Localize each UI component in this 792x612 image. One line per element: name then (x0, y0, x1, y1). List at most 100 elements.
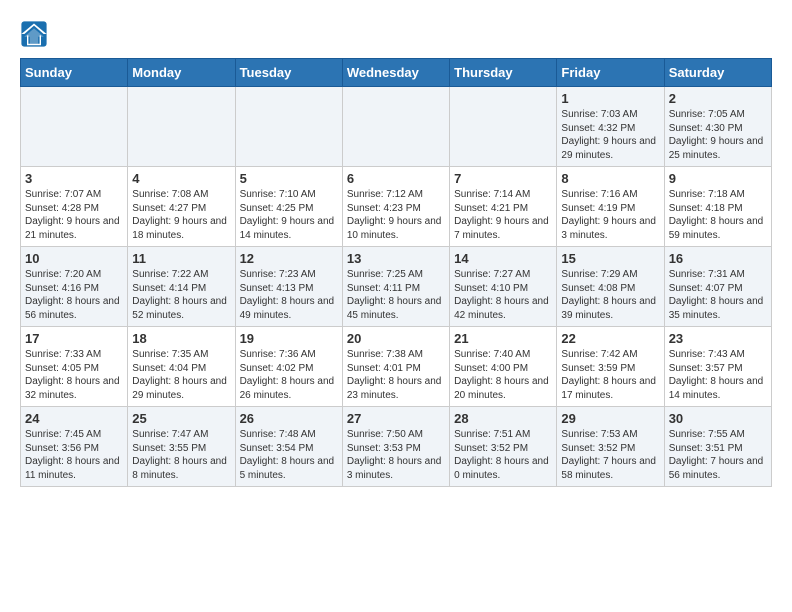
calendar-header-row: SundayMondayTuesdayWednesdayThursdayFrid… (21, 59, 772, 87)
day-number: 12 (240, 251, 338, 266)
day-info: Sunrise: 7:53 AM Sunset: 3:52 PM Dayligh… (561, 428, 659, 482)
calendar-week-row: 1 Sunrise: 7:03 AM Sunset: 4:32 PM Daylig… (21, 87, 772, 167)
calendar-week-row: 3Sunrise: 7:07 AM Sunset: 4:28 PM Daylig… (21, 167, 772, 247)
day-number: 18 (132, 331, 230, 346)
day-number: 20 (347, 331, 445, 346)
day-number: 10 (25, 251, 123, 266)
day-number: 5 (240, 171, 338, 186)
day-number: 15 (561, 251, 659, 266)
calendar-cell: 4 Sunrise: 7:08 AM Sunset: 4:27 PM Daylig… (128, 167, 235, 247)
day-number: 6 (347, 171, 445, 186)
day-info: Sunrise: 7:03 AM Sunset: 4:32 PM Dayligh… (561, 108, 659, 162)
day-number: 13 (347, 251, 445, 266)
calendar-week-row: 10 Sunrise: 7:20 AM Sunset: 4:16 PM Dayli… (21, 247, 772, 327)
day-info: Sunrise: 7:05 AM Sunset: 4:30 PM Dayligh… (669, 108, 767, 162)
page-header (20, 20, 772, 48)
column-header-friday: Friday (557, 59, 664, 87)
calendar-cell: 30 Sunrise: 7:55 AM Sunset: 3:51 PM Dayli… (664, 407, 771, 487)
calendar-cell: 29 Sunrise: 7:53 AM Sunset: 3:52 PM Dayli… (557, 407, 664, 487)
column-header-monday: Monday (128, 59, 235, 87)
day-info: Sunrise: 7:51 AM Sunset: 3:52 PM Dayligh… (454, 428, 552, 482)
day-number: 19 (240, 331, 338, 346)
day-info: Sunrise: 7:22 AM Sunset: 4:14 PM Dayligh… (132, 268, 230, 322)
calendar-table: SundayMondayTuesdayWednesdayThursdayFrid… (20, 58, 772, 487)
day-info: Sunrise: 7:33 AM Sunset: 4:05 PM Dayligh… (25, 348, 123, 402)
day-number: 30 (669, 411, 767, 426)
day-number: 24 (25, 411, 123, 426)
day-number: 17 (25, 331, 123, 346)
calendar-cell: 20 Sunrise: 7:38 AM Sunset: 4:01 PM Dayli… (342, 327, 449, 407)
day-info: Sunrise: 7:10 AM Sunset: 4:25 PM Dayligh… (240, 188, 338, 242)
column-header-saturday: Saturday (664, 59, 771, 87)
calendar-cell: 23 Sunrise: 7:43 AM Sunset: 3:57 PM Dayli… (664, 327, 771, 407)
calendar-cell (128, 87, 235, 167)
day-number: 27 (347, 411, 445, 426)
day-number: 22 (561, 331, 659, 346)
day-info: Sunrise: 7:08 AM Sunset: 4:27 PM Dayligh… (132, 188, 230, 242)
column-header-thursday: Thursday (450, 59, 557, 87)
calendar-cell: 6 Sunrise: 7:12 AM Sunset: 4:23 PM Daylig… (342, 167, 449, 247)
day-number: 29 (561, 411, 659, 426)
logo (20, 20, 52, 48)
calendar-cell: 21Sunrise: 7:40 AM Sunset: 4:00 PM Dayli… (450, 327, 557, 407)
calendar-cell: 28 Sunrise: 7:51 AM Sunset: 3:52 PM Dayli… (450, 407, 557, 487)
calendar-cell: 15 Sunrise: 7:29 AM Sunset: 4:08 PM Dayli… (557, 247, 664, 327)
calendar-cell: 17 Sunrise: 7:33 AM Sunset: 4:05 PM Dayli… (21, 327, 128, 407)
column-header-tuesday: Tuesday (235, 59, 342, 87)
day-info: Sunrise: 7:48 AM Sunset: 3:54 PM Dayligh… (240, 428, 338, 482)
day-info: Sunrise: 7:25 AM Sunset: 4:11 PM Dayligh… (347, 268, 445, 322)
day-number: 14 (454, 251, 552, 266)
calendar-week-row: 24 Sunrise: 7:45 AM Sunset: 3:56 PM Dayli… (21, 407, 772, 487)
day-number: 7 (454, 171, 552, 186)
calendar-cell: 7 Sunrise: 7:14 AM Sunset: 4:21 PM Daylig… (450, 167, 557, 247)
day-info: Sunrise: 7:29 AM Sunset: 4:08 PM Dayligh… (561, 268, 659, 322)
calendar-cell: 12 Sunrise: 7:23 AM Sunset: 4:13 PM Dayli… (235, 247, 342, 327)
day-info: Sunrise: 7:16 AM Sunset: 4:19 PM Dayligh… (561, 188, 659, 242)
calendar-cell: 26 Sunrise: 7:48 AM Sunset: 3:54 PM Dayli… (235, 407, 342, 487)
column-header-wednesday: Wednesday (342, 59, 449, 87)
calendar-cell: 1 Sunrise: 7:03 AM Sunset: 4:32 PM Daylig… (557, 87, 664, 167)
calendar-cell: 11 Sunrise: 7:22 AM Sunset: 4:14 PM Dayli… (128, 247, 235, 327)
day-number: 2 (669, 91, 767, 106)
calendar-cell: 19 Sunrise: 7:36 AM Sunset: 4:02 PM Dayli… (235, 327, 342, 407)
calendar-cell: 5 Sunrise: 7:10 AM Sunset: 4:25 PM Daylig… (235, 167, 342, 247)
day-info: Sunrise: 7:45 AM Sunset: 3:56 PM Dayligh… (25, 428, 123, 482)
calendar-cell: 25Sunrise: 7:47 AM Sunset: 3:55 PM Dayli… (128, 407, 235, 487)
day-info: Sunrise: 7:36 AM Sunset: 4:02 PM Dayligh… (240, 348, 338, 402)
day-info: Sunrise: 7:40 AM Sunset: 4:00 PM Dayligh… (454, 348, 552, 402)
day-info: Sunrise: 7:43 AM Sunset: 3:57 PM Dayligh… (669, 348, 767, 402)
day-info: Sunrise: 7:42 AM Sunset: 3:59 PM Dayligh… (561, 348, 659, 402)
day-info: Sunrise: 7:35 AM Sunset: 4:04 PM Dayligh… (132, 348, 230, 402)
day-info: Sunrise: 7:38 AM Sunset: 4:01 PM Dayligh… (347, 348, 445, 402)
day-number: 9 (669, 171, 767, 186)
day-number: 3 (25, 171, 123, 186)
calendar-cell (450, 87, 557, 167)
calendar-cell: 8Sunrise: 7:16 AM Sunset: 4:19 PM Daylig… (557, 167, 664, 247)
day-number: 4 (132, 171, 230, 186)
calendar-cell: 2 Sunrise: 7:05 AM Sunset: 4:30 PM Daylig… (664, 87, 771, 167)
calendar-cell: 16Sunrise: 7:31 AM Sunset: 4:07 PM Dayli… (664, 247, 771, 327)
calendar-cell: 22 Sunrise: 7:42 AM Sunset: 3:59 PM Dayli… (557, 327, 664, 407)
calendar-cell (342, 87, 449, 167)
calendar-cell (235, 87, 342, 167)
day-info: Sunrise: 7:23 AM Sunset: 4:13 PM Dayligh… (240, 268, 338, 322)
calendar-week-row: 17 Sunrise: 7:33 AM Sunset: 4:05 PM Dayli… (21, 327, 772, 407)
day-info: Sunrise: 7:20 AM Sunset: 4:16 PM Dayligh… (25, 268, 123, 322)
calendar-cell: 10 Sunrise: 7:20 AM Sunset: 4:16 PM Dayli… (21, 247, 128, 327)
day-info: Sunrise: 7:14 AM Sunset: 4:21 PM Dayligh… (454, 188, 552, 242)
calendar-cell (21, 87, 128, 167)
calendar-cell: 24 Sunrise: 7:45 AM Sunset: 3:56 PM Dayli… (21, 407, 128, 487)
day-info: Sunrise: 7:55 AM Sunset: 3:51 PM Dayligh… (669, 428, 767, 482)
day-info: Sunrise: 7:12 AM Sunset: 4:23 PM Dayligh… (347, 188, 445, 242)
day-number: 28 (454, 411, 552, 426)
day-info: Sunrise: 7:50 AM Sunset: 3:53 PM Dayligh… (347, 428, 445, 482)
day-info: Sunrise: 7:31 AM Sunset: 4:07 PM Dayligh… (669, 268, 767, 322)
day-info: Sunrise: 7:27 AM Sunset: 4:10 PM Dayligh… (454, 268, 552, 322)
calendar-cell: 27 Sunrise: 7:50 AM Sunset: 3:53 PM Dayli… (342, 407, 449, 487)
day-number: 1 (561, 91, 659, 106)
day-number: 26 (240, 411, 338, 426)
day-number: 25 (132, 411, 230, 426)
day-number: 23 (669, 331, 767, 346)
day-number: 11 (132, 251, 230, 266)
column-header-sunday: Sunday (21, 59, 128, 87)
